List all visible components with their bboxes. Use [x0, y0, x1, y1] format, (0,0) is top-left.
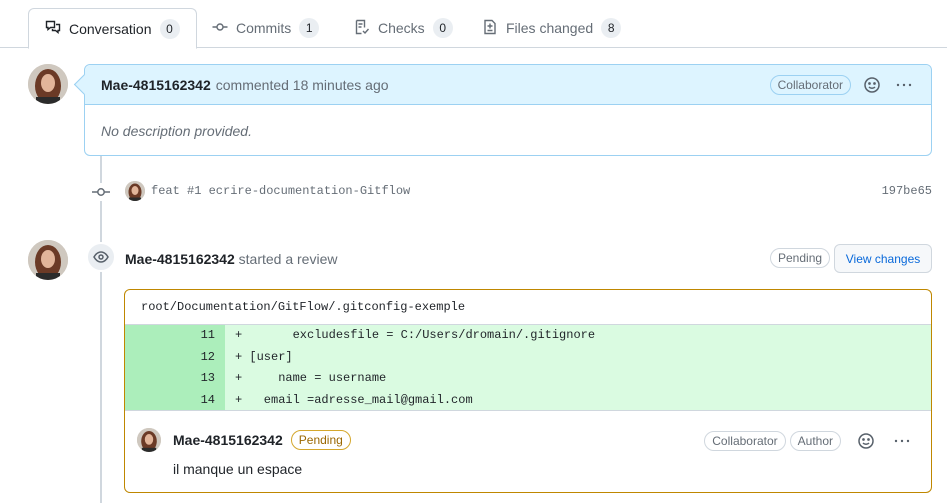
file-path[interactable]: root/Documentation/GitFlow/.gitconfig-ex…: [125, 290, 931, 325]
avatar[interactable]: [137, 428, 161, 452]
tab-counter: 0: [432, 18, 453, 38]
diff-line: 14 + email =adresse_mail@gmail.com: [125, 389, 931, 411]
line-code: + name = username: [235, 371, 387, 385]
comment-timestamp: commented 18 minutes ago: [215, 76, 389, 93]
review-action: started a review: [238, 251, 338, 267]
tab-files-changed[interactable]: Files changed 8: [466, 8, 637, 48]
review-author[interactable]: Mae-4815162342: [125, 251, 235, 267]
tab-label: Files changed: [506, 20, 594, 36]
reply-author[interactable]: Mae-4815162342: [173, 432, 283, 448]
git-commit-icon: [212, 19, 228, 38]
line-code: + [user]: [235, 349, 293, 364]
line-number[interactable]: 14: [125, 389, 225, 411]
smiley-icon[interactable]: [855, 430, 877, 452]
commit-sha[interactable]: 197be65: [882, 184, 932, 198]
tab-counter: 8: [601, 18, 622, 38]
file-diff-icon: [482, 19, 498, 38]
author-badge: Author: [789, 431, 841, 451]
collaborator-badge: Collaborator: [769, 75, 851, 95]
diff-line: 12 + [user]: [125, 346, 931, 368]
tab-checks[interactable]: Checks 0: [338, 8, 469, 48]
pending-badge: Pending: [290, 430, 351, 450]
diff-line: 11 + excludesfile = C:/Users/dromain/.gi…: [125, 325, 931, 347]
line-number[interactable]: 11: [125, 325, 225, 347]
line-code: + excludesfile = C:/Users/dromain/.gitig…: [235, 328, 596, 342]
avatar[interactable]: [28, 64, 68, 104]
tab-conversation[interactable]: Conversation 0: [28, 8, 197, 49]
checklist-icon: [354, 19, 370, 38]
reply-text: il manque un espace: [173, 461, 303, 477]
review-comment: Mae-4815162342 Pending Collaborator Auth…: [125, 410, 931, 492]
view-changes-button[interactable]: View changes: [834, 244, 932, 273]
tab-counter: 0: [159, 18, 180, 39]
smiley-icon[interactable]: [861, 74, 883, 96]
git-commit-icon: [92, 183, 110, 201]
collaborator-badge: Collaborator: [704, 431, 786, 451]
pr-tabs: Conversation 0 Commits 1 Checks 0 Files …: [0, 0, 947, 49]
line-number[interactable]: 12: [125, 346, 225, 368]
tab-label: Conversation: [69, 20, 152, 37]
kebab-horizontal-icon[interactable]: [893, 74, 915, 96]
review-card: root/Documentation/GitFlow/.gitconfig-ex…: [124, 289, 932, 493]
tab-counter: 1: [299, 18, 320, 38]
eye-icon: [86, 242, 116, 272]
tab-label: Commits: [236, 20, 292, 36]
comment-body: No description provided.: [101, 123, 252, 139]
comment-discussion-icon: [45, 19, 61, 38]
review-title: Mae-4815162342 started a review: [125, 251, 337, 267]
line-code: + email =adresse_mail@gmail.com: [235, 392, 473, 407]
avatar[interactable]: [125, 181, 145, 201]
timeline-line: [100, 156, 102, 503]
tab-commits[interactable]: Commits 1: [196, 8, 335, 48]
commit-message[interactable]: feat #1 ecrire-documentation-Gitflow: [151, 184, 410, 198]
comment-box: Mae-4815162342 commented 18 minutes ago …: [84, 64, 932, 156]
comment-header: Mae-4815162342 commented 18 minutes ago …: [85, 65, 931, 105]
avatar[interactable]: [28, 240, 68, 280]
line-number[interactable]: 13: [125, 368, 225, 390]
tab-label: Checks: [378, 20, 425, 36]
pending-badge: Pending: [770, 248, 831, 268]
comment-author[interactable]: Mae-4815162342: [101, 77, 211, 93]
diff-line: 13 + name = username: [125, 368, 931, 390]
kebab-horizontal-icon[interactable]: [891, 430, 913, 452]
